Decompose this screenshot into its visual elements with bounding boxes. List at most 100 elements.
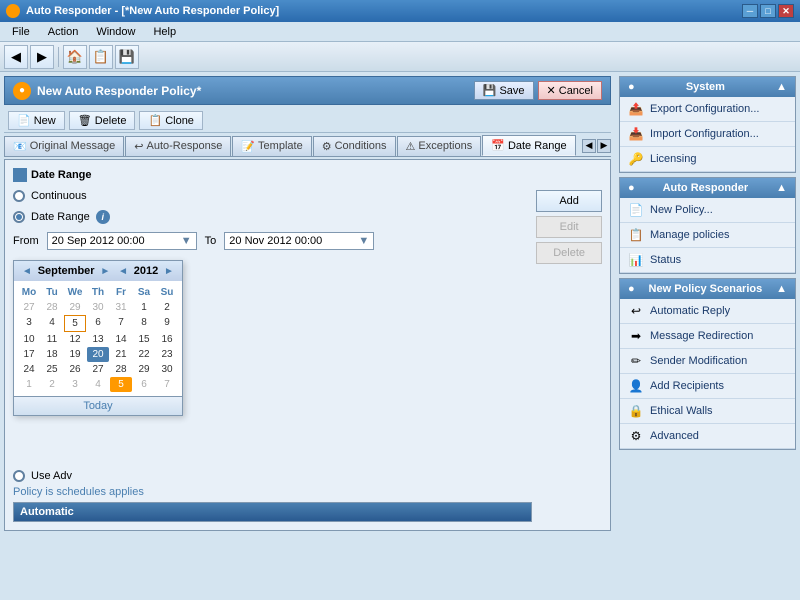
cal-cell[interactable]: 11: [41, 332, 63, 347]
tab-auto-response[interactable]: ↩ Auto-Response: [125, 136, 231, 156]
cal-cell-selected[interactable]: 20: [87, 347, 109, 362]
sidebar-item-status[interactable]: 📊 Status: [620, 248, 795, 273]
cal-cell[interactable]: 26: [64, 362, 86, 377]
cal-cell[interactable]: 14: [110, 332, 132, 347]
cal-cell[interactable]: 13: [87, 332, 109, 347]
cal-cell-today[interactable]: 5: [110, 377, 132, 392]
cal-cell[interactable]: 1: [18, 377, 40, 392]
add-button[interactable]: Add: [536, 190, 602, 212]
cal-cell[interactable]: 8: [133, 315, 155, 332]
system-collapse-icon[interactable]: ▲: [776, 81, 787, 93]
edit-button[interactable]: Edit: [536, 216, 602, 238]
prev-year-btn[interactable]: ◄: [116, 266, 130, 277]
cal-cell[interactable]: 5: [64, 315, 86, 332]
cal-cell[interactable]: 22: [133, 347, 155, 362]
cal-cell[interactable]: 6: [87, 315, 109, 332]
tab-exceptions[interactable]: ⚠ Exceptions: [397, 136, 482, 156]
cal-cell[interactable]: 28: [110, 362, 132, 377]
tab-next-btn[interactable]: ▶: [597, 139, 611, 153]
cal-cell[interactable]: 23: [156, 347, 178, 362]
cal-cell[interactable]: 25: [41, 362, 63, 377]
autoresponder-collapse-icon[interactable]: ▲: [776, 182, 787, 194]
cal-cell[interactable]: 7: [156, 377, 178, 392]
sidebar-item-ethical-walls[interactable]: 🔒 Ethical Walls: [620, 399, 795, 424]
policy-button[interactable]: 📋: [89, 45, 113, 69]
tab-date-range[interactable]: 📅 Date Range: [482, 135, 575, 156]
menu-help[interactable]: Help: [145, 24, 184, 40]
close-btn[interactable]: ✕: [778, 4, 794, 18]
sidebar-item-advanced[interactable]: ⚙ Advanced: [620, 424, 795, 449]
tab-template[interactable]: 📝 Template: [232, 136, 311, 156]
cal-cell[interactable]: 4: [41, 315, 63, 332]
new-action-button[interactable]: 📄 New: [8, 111, 65, 130]
continuous-option[interactable]: Continuous: [13, 190, 532, 202]
scenarios-collapse-icon[interactable]: ▲: [776, 283, 787, 295]
sidebar-item-new-policy[interactable]: 📄 New Policy...: [620, 198, 795, 223]
sidebar-item-export[interactable]: 📤 Export Configuration...: [620, 97, 795, 122]
sidebar-item-add-recipients[interactable]: 👤 Add Recipients: [620, 374, 795, 399]
continuous-radio[interactable]: [13, 190, 25, 202]
sidebar-item-automatic-reply[interactable]: ↩ Automatic Reply: [620, 299, 795, 324]
sidebar-item-manage-policies[interactable]: 📋 Manage policies: [620, 223, 795, 248]
save-toolbar-button[interactable]: 💾: [115, 45, 139, 69]
sidebar-item-sender-modification[interactable]: ✏ Sender Modification: [620, 349, 795, 374]
cal-cell[interactable]: 19: [64, 347, 86, 362]
cal-cell[interactable]: 9: [156, 315, 178, 332]
cal-cell[interactable]: 18: [41, 347, 63, 362]
sidebar-item-licensing[interactable]: 🔑 Licensing: [620, 147, 795, 172]
maximize-btn[interactable]: □: [760, 4, 776, 18]
cal-cell[interactable]: 27: [18, 300, 40, 315]
clone-action-button[interactable]: 📋 Clone: [139, 111, 202, 130]
cal-cell[interactable]: 10: [18, 332, 40, 347]
today-button[interactable]: Today: [14, 396, 182, 415]
prev-month-btn[interactable]: ◄: [20, 266, 34, 277]
home-button[interactable]: 🏠: [63, 45, 87, 69]
cal-cell[interactable]: 12: [64, 332, 86, 347]
cal-cell[interactable]: 2: [156, 300, 178, 315]
use-adv-radio[interactable]: [13, 470, 25, 482]
info-icon[interactable]: i: [96, 210, 110, 224]
menu-file[interactable]: File: [4, 24, 38, 40]
forward-button[interactable]: ▶: [30, 45, 54, 69]
tab-prev-btn[interactable]: ◀: [582, 139, 596, 153]
cal-cell[interactable]: 7: [110, 315, 132, 332]
menu-window[interactable]: Window: [88, 24, 143, 40]
save-button[interactable]: 💾 Save: [474, 81, 534, 100]
to-date-input[interactable]: 20 Nov 2012 00:00 ▼: [224, 232, 374, 250]
sidebar-item-import[interactable]: 📥 Import Configuration...: [620, 122, 795, 147]
minimize-btn[interactable]: ─: [742, 4, 758, 18]
cal-cell[interactable]: 6: [133, 377, 155, 392]
sidebar-item-message-redirection[interactable]: ➡ Message Redirection: [620, 324, 795, 349]
delete-action-button[interactable]: 🗑 Delete: [69, 111, 136, 130]
cal-cell[interactable]: 28: [41, 300, 63, 315]
cal-cell[interactable]: 16: [156, 332, 178, 347]
cal-cell[interactable]: 3: [18, 315, 40, 332]
cal-cell[interactable]: 30: [87, 300, 109, 315]
window-controls[interactable]: ─ □ ✕: [742, 4, 794, 18]
to-dropdown-arrow[interactable]: ▼: [358, 235, 369, 247]
tab-original-message[interactable]: 📧 Original Message: [4, 136, 124, 156]
delete-button[interactable]: Delete: [536, 242, 602, 264]
tab-conditions[interactable]: ⚙ Conditions: [313, 136, 396, 156]
cal-cell[interactable]: 1: [133, 300, 155, 315]
cal-cell[interactable]: 17: [18, 347, 40, 362]
cal-cell[interactable]: 4: [87, 377, 109, 392]
cal-cell[interactable]: 21: [110, 347, 132, 362]
from-date-input[interactable]: 20 Sep 2012 00:00 ▼: [47, 232, 197, 250]
cal-cell[interactable]: 24: [18, 362, 40, 377]
cal-cell[interactable]: 29: [64, 300, 86, 315]
cancel-button[interactable]: ✕ Cancel: [538, 81, 602, 100]
daterange-radio[interactable]: [13, 211, 25, 223]
cal-cell[interactable]: 3: [64, 377, 86, 392]
next-year-btn[interactable]: ►: [162, 266, 176, 277]
cal-cell[interactable]: 31: [110, 300, 132, 315]
daterange-option[interactable]: Date Range i: [13, 210, 532, 224]
cal-cell[interactable]: 29: [133, 362, 155, 377]
from-dropdown-arrow[interactable]: ▼: [181, 235, 192, 247]
cal-cell[interactable]: 27: [87, 362, 109, 377]
cal-cell[interactable]: 15: [133, 332, 155, 347]
back-button[interactable]: ◀: [4, 45, 28, 69]
cal-cell[interactable]: 2: [41, 377, 63, 392]
menu-action[interactable]: Action: [40, 24, 87, 40]
cal-cell[interactable]: 30: [156, 362, 178, 377]
